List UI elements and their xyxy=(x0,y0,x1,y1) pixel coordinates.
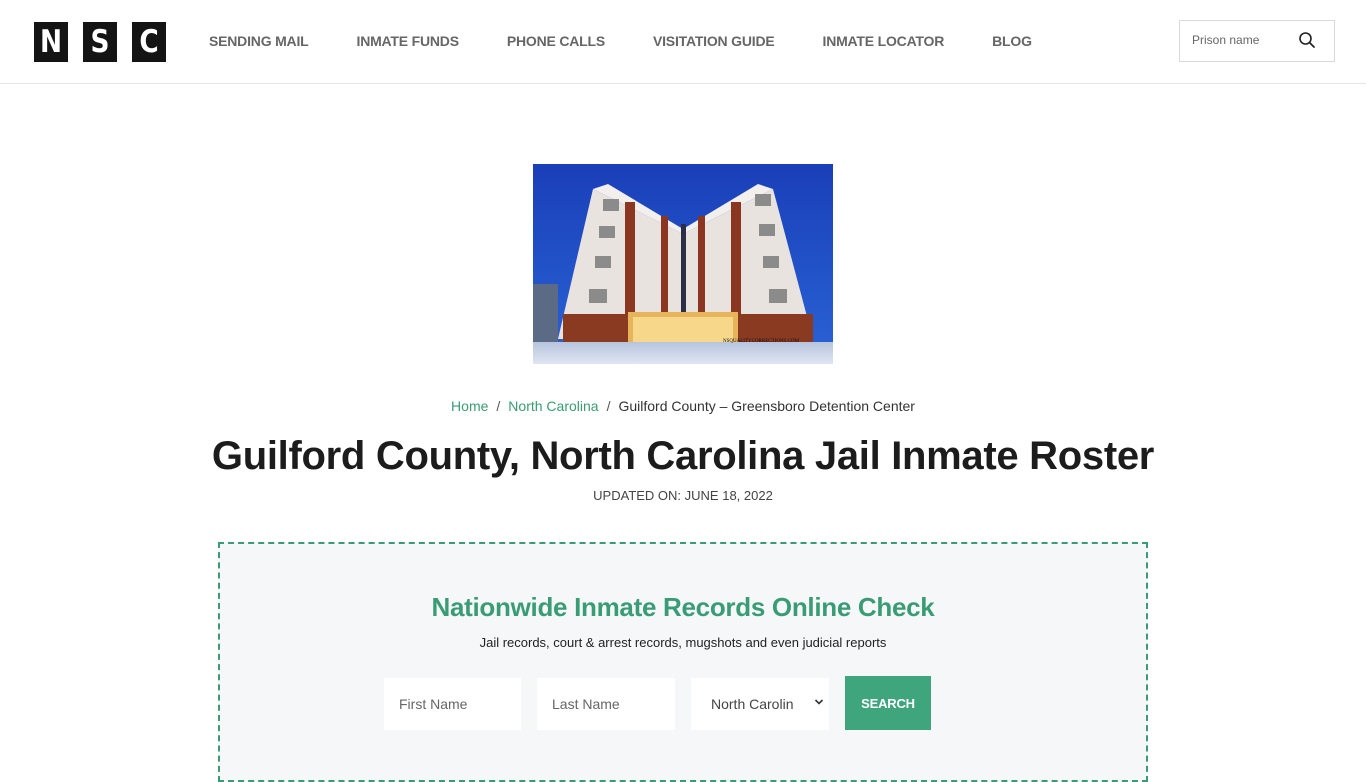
prison-search xyxy=(1179,20,1335,62)
logo-letter-n: N xyxy=(34,22,68,62)
site-header: N S C SENDING MAIL INMATE FUNDS PHONE CA… xyxy=(0,0,1366,84)
records-subtitle: Jail records, court & arrest records, mu… xyxy=(479,635,887,650)
nav-sending-mail[interactable]: SENDING MAIL xyxy=(209,33,309,49)
inmate-records-search-panel: Nationwide Inmate Records Online Check J… xyxy=(218,542,1148,782)
logo-letter-s: S xyxy=(83,22,117,62)
page-title: Guilford County, North Carolina Jail Inm… xyxy=(211,434,1155,478)
breadcrumb-separator: / xyxy=(606,398,611,414)
nav-visitation-guide[interactable]: VISITATION GUIDE xyxy=(653,33,775,49)
nav-blog[interactable]: BLOG xyxy=(992,33,1032,49)
nav-inmate-funds[interactable]: INMATE FUNDS xyxy=(357,33,460,49)
logo-letter-c: C xyxy=(132,22,166,62)
main-nav: SENDING MAIL INMATE FUNDS PHONE CALLS VI… xyxy=(209,33,1080,49)
breadcrumb-home[interactable]: Home xyxy=(451,398,488,414)
state-select[interactable]: North Carolin xyxy=(691,678,829,730)
breadcrumb-state[interactable]: North Carolina xyxy=(508,398,598,414)
breadcrumb-current: Guilford County – Greensboro Detention C… xyxy=(618,398,915,414)
updated-date: UPDATED ON: JUNE 18, 2022 xyxy=(593,488,773,503)
site-logo[interactable]: N S C xyxy=(31,22,169,62)
facility-photo: NSQUALITYCORRECTIONS.COM xyxy=(533,164,833,364)
prison-search-input[interactable] xyxy=(1192,33,1292,47)
nav-inmate-locator[interactable]: INMATE LOCATOR xyxy=(823,33,945,49)
breadcrumb: Home / North Carolina / Guilford County – Gr… xyxy=(0,398,1366,414)
records-title: Nationwide Inmate Records Online Check xyxy=(431,592,935,622)
last-name-input[interactable] xyxy=(537,678,675,730)
first-name-input[interactable] xyxy=(384,678,521,730)
search-button[interactable]: SEARCH xyxy=(845,676,931,730)
nav-phone-calls[interactable]: PHONE CALLS xyxy=(507,33,605,49)
photo-watermark: NSQUALITYCORRECTIONS.COM xyxy=(723,339,800,344)
breadcrumb-separator: / xyxy=(496,398,501,414)
search-icon[interactable] xyxy=(1298,31,1316,49)
